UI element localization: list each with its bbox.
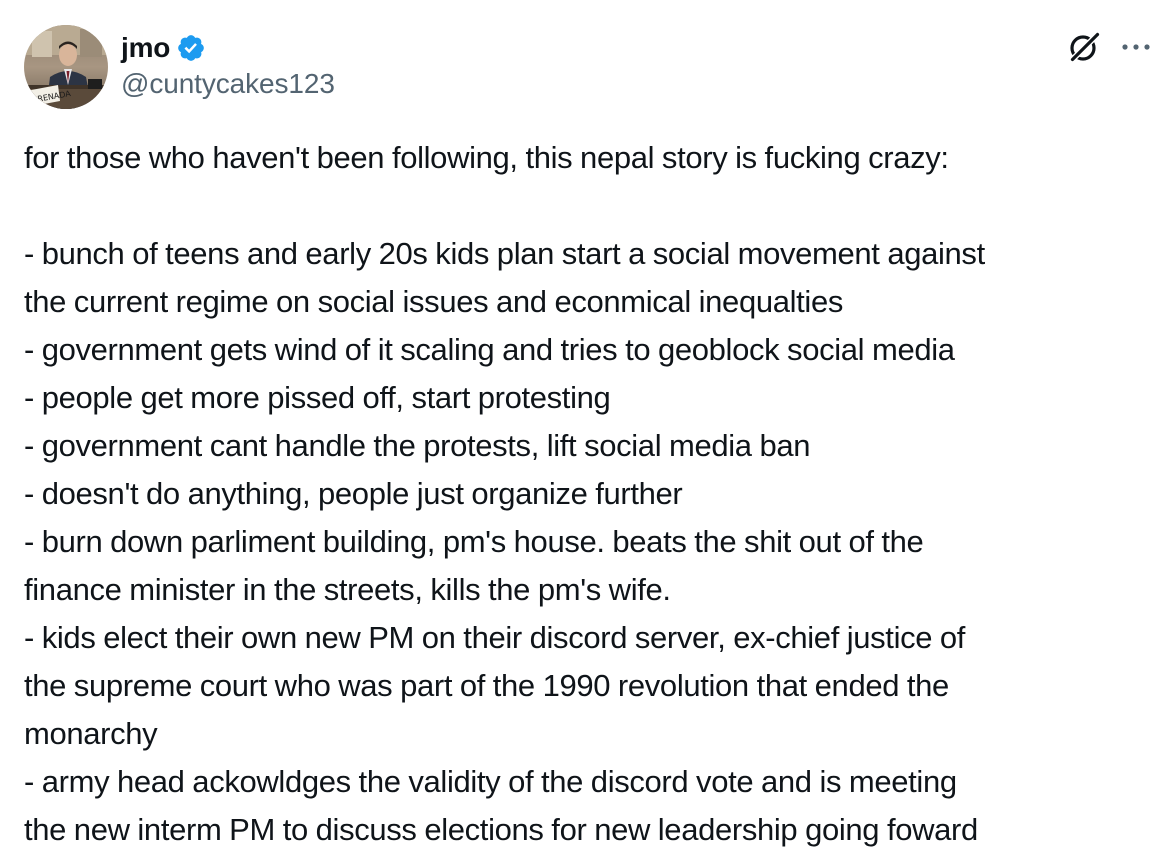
tweet-text-line: the new interm PM to discuss elections f… — [24, 812, 978, 847]
tweet-text-line: - doesn't do anything, people just organ… — [24, 476, 683, 511]
verified-badge-icon — [178, 35, 205, 61]
tweet-text-line: - burn down parliment building, pm's hou… — [24, 524, 924, 559]
tweet-text-line: monarchy — [24, 716, 158, 751]
tweet-text: for those who haven't been following, th… — [24, 134, 1159, 854]
avatar-image: GRENADA — [24, 25, 108, 109]
tweet-text-line: - bunch of teens and early 20s kids plan… — [24, 236, 985, 271]
tweet-text-line: - army head ackowldges the validity of t… — [24, 764, 957, 799]
grok-icon[interactable] — [1064, 27, 1104, 67]
tweet-text-line: the current regime on social issues and … — [24, 284, 843, 319]
tweet-text-line: for those who haven't been following, th… — [24, 140, 949, 175]
tweet-text-line: the supreme court who was part of the 19… — [24, 668, 949, 703]
tweet-text-line: finance minister in the streets, kills t… — [24, 572, 671, 607]
tweet-text-line: - people get more pissed off, start prot… — [24, 380, 611, 415]
author-handle[interactable]: @cuntycakes123 — [121, 68, 335, 100]
more-options-icon[interactable] — [1118, 35, 1154, 59]
tweet-text-line: - government gets wind of it scaling and… — [24, 332, 955, 367]
tweet-text-line: - kids elect their own new PM on their d… — [24, 620, 966, 655]
tweet-text-line — [24, 182, 1159, 230]
avatar[interactable]: GRENADA — [24, 25, 108, 109]
tweet-text-line: - government cant handle the protests, l… — [24, 428, 811, 463]
author-name-row: jmo — [121, 30, 206, 66]
author-display-name[interactable]: jmo — [121, 32, 170, 64]
tweet: GRENADA jmo @cuntycakes123 for those who… — [0, 0, 1170, 864]
